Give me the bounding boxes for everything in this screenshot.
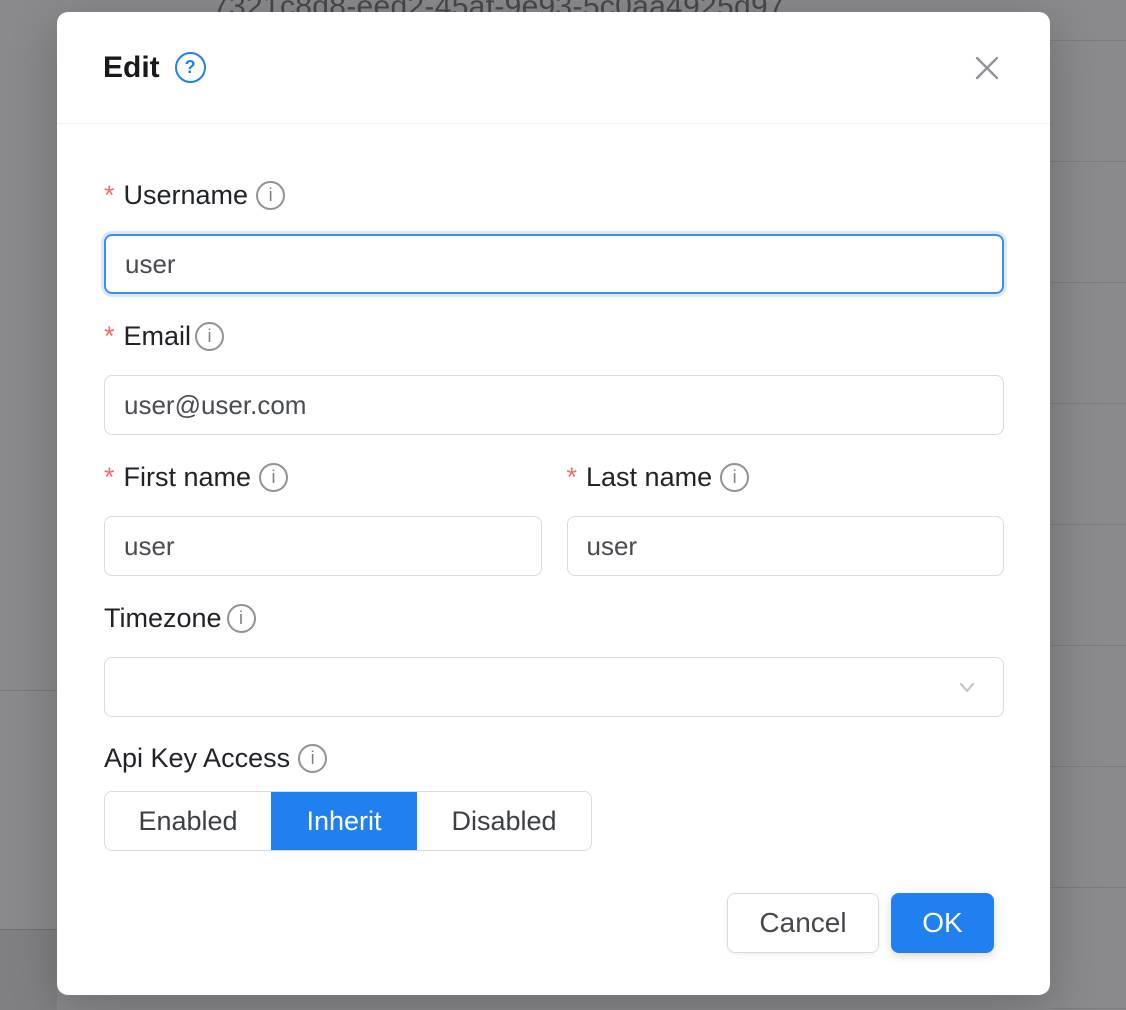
backdrop-table-rows — [1050, 0, 1126, 1010]
api-key-access-segmented: Enabled Inherit Disabled — [104, 791, 592, 851]
email-label-text: Email — [124, 323, 192, 350]
email-label: * Email i — [104, 322, 1004, 351]
last-name-column: * Last name i — [567, 463, 1005, 604]
help-icon[interactable]: ? — [175, 52, 206, 83]
name-fields-row: * First name i * Last name i — [104, 463, 1004, 604]
info-icon[interactable]: i — [256, 181, 285, 210]
api-key-access-label: Api Key Access i — [104, 744, 1004, 773]
email-input[interactable] — [104, 375, 1004, 435]
username-label: * Username i — [104, 181, 1004, 210]
info-icon[interactable]: i — [298, 744, 327, 773]
dialog-header: Edit ? — [57, 12, 1050, 124]
required-marker: * — [104, 323, 115, 350]
first-name-column: * First name i — [104, 463, 542, 604]
backdrop-footer-band — [0, 929, 57, 1010]
info-icon[interactable]: i — [720, 463, 749, 492]
username-input[interactable] — [104, 234, 1004, 294]
info-icon[interactable]: i — [259, 463, 288, 492]
timezone-label-text: Timezone — [104, 605, 222, 632]
required-marker: * — [104, 464, 115, 491]
required-marker: * — [104, 182, 115, 209]
info-icon[interactable]: i — [227, 604, 256, 633]
first-name-label: * First name i — [104, 463, 542, 492]
api-key-access-label-text: Api Key Access — [104, 745, 290, 772]
timezone-select[interactable] — [104, 657, 1004, 717]
last-name-label-text: Last name — [586, 464, 712, 491]
info-icon[interactable]: i — [195, 322, 224, 351]
ok-button[interactable]: OK — [891, 893, 994, 953]
chevron-down-icon — [953, 673, 981, 701]
backdrop-row-divider — [0, 690, 57, 691]
close-button[interactable] — [968, 49, 1006, 87]
last-name-input[interactable] — [567, 516, 1005, 576]
username-label-text: Username — [124, 182, 249, 209]
first-name-input[interactable] — [104, 516, 542, 576]
cancel-button[interactable]: Cancel — [727, 893, 879, 953]
dialog-title: Edit — [103, 51, 160, 85]
first-name-label-text: First name — [124, 464, 252, 491]
dialog-body: * Username i * Email i * First name i — [57, 124, 1050, 953]
timezone-label: Timezone i — [104, 604, 1004, 633]
segment-enabled[interactable]: Enabled — [105, 792, 271, 850]
segment-disabled[interactable]: Disabled — [417, 792, 591, 850]
segment-inherit[interactable]: Inherit — [271, 792, 417, 850]
required-marker: * — [567, 464, 578, 491]
dialog-footer: Cancel OK — [104, 893, 1004, 953]
last-name-label: * Last name i — [567, 463, 1005, 492]
close-icon — [972, 53, 1002, 83]
edit-user-dialog: Edit ? * Username i * Email i * — [57, 12, 1050, 995]
